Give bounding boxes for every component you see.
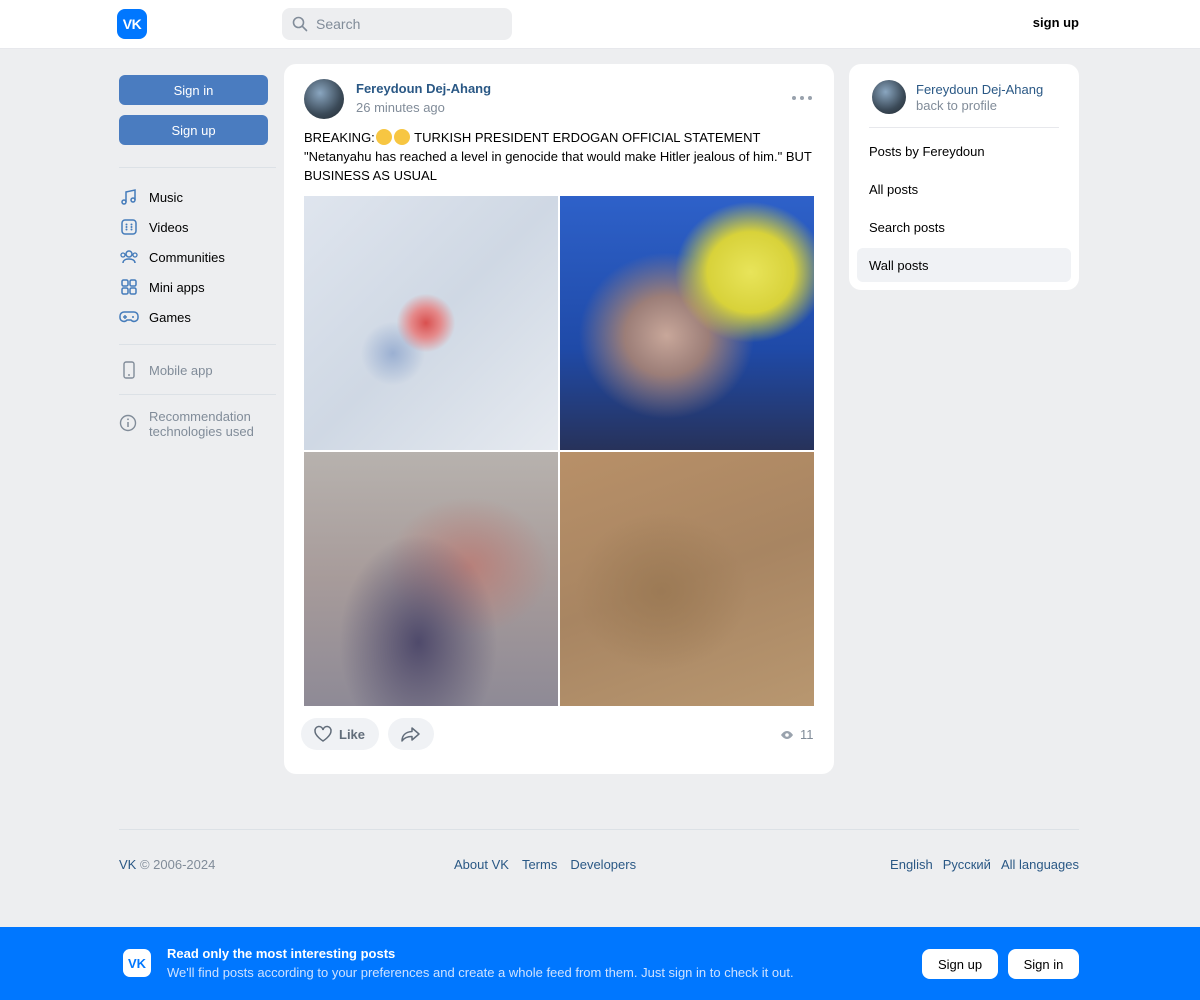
footer-link-about[interactable]: About VK <box>454 857 509 872</box>
banner-vk-logo: VK <box>123 949 151 977</box>
post-text-part: BREAKING: <box>304 130 375 145</box>
recommendation-line1: Recommendation <box>149 409 251 424</box>
menu-item-posts-by[interactable]: Posts by Fereydoun <box>857 134 1071 168</box>
post-photo[interactable] <box>304 452 558 706</box>
footer-links: About VK Terms Developers <box>454 857 636 872</box>
panel-divider <box>869 127 1059 128</box>
back-to-profile-link[interactable]: back to profile <box>916 98 997 113</box>
nav-item-communities[interactable]: Communities <box>119 246 225 268</box>
profile-panel: Fereydoun Dej-Ahang back to profile Post… <box>849 64 1079 290</box>
search-input[interactable]: Search <box>282 8 512 40</box>
smirk-emoji-icon <box>375 129 392 145</box>
nav-item-mobile-app[interactable]: Mobile app <box>119 359 213 381</box>
mini-apps-icon <box>119 277 139 297</box>
eye-icon <box>781 730 793 739</box>
eye-roll-emoji-icon <box>393 129 410 145</box>
nav-divider <box>119 394 276 395</box>
language-all[interactable]: All languages <box>1001 857 1079 872</box>
post-photo[interactable] <box>560 196 814 450</box>
more-options-icon[interactable] <box>792 90 812 106</box>
info-icon <box>119 414 139 434</box>
banner-title: Read only the most interesting posts <box>167 946 396 961</box>
banner-signup-button[interactable]: Sign up <box>922 949 998 979</box>
copyright: VK © 2006-2024 <box>119 857 215 872</box>
phone-icon <box>119 360 139 380</box>
post-photo[interactable] <box>560 452 814 706</box>
signup-button[interactable]: Sign up <box>119 115 268 145</box>
view-count: 11 <box>780 727 814 742</box>
menu-item-search-posts[interactable]: Search posts <box>857 210 1071 244</box>
nav-label: Videos <box>149 219 189 235</box>
banner-subtitle: We'll find posts according to your prefe… <box>167 965 794 980</box>
video-icon <box>119 217 139 237</box>
menu-item-all-posts[interactable]: All posts <box>857 172 1071 206</box>
nav-label: Mobile app <box>149 362 213 378</box>
profile-avatar[interactable] <box>872 80 906 114</box>
nav-divider <box>119 167 276 168</box>
nav-item-games[interactable]: Games <box>119 306 191 328</box>
post-text: BREAKING: TURKISH PRESIDENT ERDOGAN OFFI… <box>304 128 816 185</box>
photo-grid <box>304 196 814 706</box>
nav-label: Mini apps <box>149 279 205 295</box>
nav-label: Games <box>149 309 191 325</box>
heart-icon <box>314 725 332 742</box>
post-author[interactable]: Fereydoun Dej-Ahang <box>356 81 491 96</box>
views-number: 11 <box>800 727 814 742</box>
share-button[interactable] <box>388 718 434 750</box>
like-label: Like <box>339 726 366 742</box>
like-button[interactable]: Like <box>301 718 379 750</box>
nav-label: Music <box>149 189 183 205</box>
copyright-text: © 2006-2024 <box>139 857 216 872</box>
language-russian[interactable]: Русский <box>943 857 991 872</box>
language-english[interactable]: English <box>890 857 933 872</box>
communities-icon <box>119 247 139 267</box>
menu-item-wall-posts[interactable]: Wall posts <box>857 248 1071 282</box>
language-links: English Русский All languages <box>890 857 1079 872</box>
profile-name[interactable]: Fereydoun Dej-Ahang <box>916 82 1043 97</box>
music-note-icon <box>119 187 139 207</box>
footer-link-developers[interactable]: Developers <box>570 857 636 872</box>
gamepad-icon <box>119 307 139 327</box>
banner-signin-button[interactable]: Sign in <box>1008 949 1079 979</box>
nav-item-videos[interactable]: Videos <box>119 216 189 238</box>
search-icon <box>292 16 308 32</box>
search-placeholder: Search <box>316 16 361 32</box>
nav-label: Communities <box>149 249 225 265</box>
footer-link-terms[interactable]: Terms <box>522 857 557 872</box>
footer-divider <box>119 829 1079 830</box>
nav-item-mini-apps[interactable]: Mini apps <box>119 276 205 298</box>
recommendation-link[interactable]: Recommendation technologies used <box>119 409 254 439</box>
top-header: VK Search sign up <box>0 0 1200 48</box>
author-avatar[interactable] <box>304 79 344 119</box>
post-card: Fereydoun Dej-Ahang 26 minutes ago BREAK… <box>284 64 834 774</box>
recommendation-line2: technologies used <box>149 424 254 439</box>
vk-logo[interactable]: VK <box>117 9 147 39</box>
footer-brand[interactable]: VK <box>119 857 136 872</box>
header-signup-link[interactable]: sign up <box>1000 15 1079 30</box>
nav-item-music[interactable]: Music <box>119 186 183 208</box>
post-photo[interactable] <box>304 196 558 450</box>
signin-promo-banner: VK Read only the most interesting posts … <box>0 927 1200 1000</box>
nav-divider <box>119 344 276 345</box>
post-time[interactable]: 26 minutes ago <box>356 100 445 115</box>
signin-button[interactable]: Sign in <box>119 75 268 105</box>
share-icon <box>401 727 420 742</box>
